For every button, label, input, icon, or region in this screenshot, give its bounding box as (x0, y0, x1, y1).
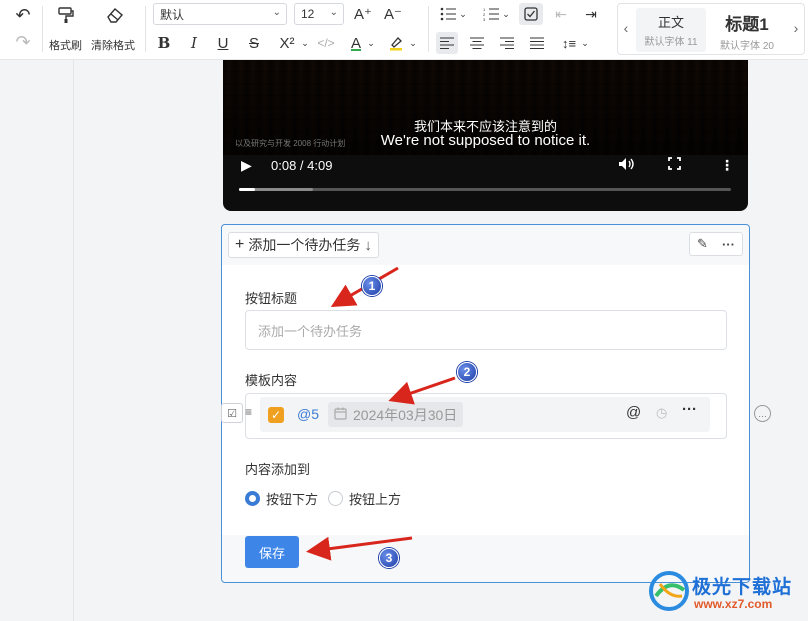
radio-above[interactable] (328, 491, 344, 506)
indent-icon[interactable]: ⇥ (581, 4, 601, 24)
at-mention-icon[interactable]: @ (626, 404, 641, 421)
more-icon[interactable]: ··· (682, 401, 697, 418)
due-date-text: 2024年03月30日 (353, 406, 458, 423)
font-size-select[interactable]: 12 ⌄ (294, 3, 344, 25)
redo-icon[interactable]: ↷ (12, 31, 34, 53)
chevron-down-icon: ⌄ (329, 7, 338, 18)
left-margin (0, 60, 74, 621)
style-sub: 默认字体 11 (644, 37, 698, 48)
radio-below[interactable] (245, 491, 260, 506)
font-color-button[interactable]: A (345, 32, 367, 54)
style-name: 正文 (657, 15, 684, 30)
code-icon[interactable]: </> (314, 32, 338, 54)
toolbar: ↶ ↷ 格式刷 清除格式 默认 ⌄ 12 ⌄ A⁺ A⁻ B I U S X² … (0, 0, 808, 60)
align-justify-icon[interactable] (526, 32, 548, 54)
todo-checkbox-icon[interactable] (519, 3, 543, 25)
chevron-down-icon[interactable]: ⌄ (580, 35, 590, 51)
site-name: 极光下载站 (692, 577, 793, 598)
video-time: 0:08 / 4:09 (271, 158, 333, 173)
radio-above-label[interactable]: 按钮上方 (349, 489, 401, 508)
chevron-left-icon[interactable]: ‹ (620, 18, 632, 38)
bullet-list-icon[interactable] (438, 4, 458, 24)
video-progress-bar[interactable] (239, 188, 731, 191)
chevron-down-icon[interactable]: ⌄ (366, 32, 376, 54)
increase-font-icon[interactable]: A⁺ (352, 3, 374, 25)
fullscreen-icon[interactable] (668, 157, 681, 173)
add-todo-button[interactable]: + 添加一个待办任务 ↓ (228, 232, 379, 258)
annotation-badge: 3 (379, 548, 399, 568)
chevron-down-icon[interactable]: ⌄ (408, 32, 418, 54)
todo-item[interactable]: ✓ @5 2024年03月30日 @ ◷ ··· (260, 397, 710, 432)
format-brush-label[interactable]: 格式刷 (49, 37, 82, 53)
more-vertical-icon[interactable]: ⋮ (720, 157, 734, 174)
align-right-icon[interactable] (496, 32, 518, 54)
volume-icon[interactable] (618, 157, 634, 174)
style-card-heading1[interactable]: 标题1 默认字体 20 (712, 8, 782, 52)
style-card-body[interactable]: 正文 默认字体 11 (636, 8, 706, 52)
style-name: 标题1 (725, 15, 769, 34)
add-todo-label: 添加一个待办任务 (248, 237, 361, 253)
clock-icon[interactable]: ◷ (656, 405, 667, 421)
clear-format-label[interactable]: 清除格式 (91, 37, 135, 53)
more-icon[interactable]: ··· (722, 237, 735, 252)
video-played-fill (239, 188, 255, 191)
svg-text:3: 3 (483, 17, 486, 21)
chevron-right-icon[interactable]: › (790, 18, 802, 38)
save-button[interactable]: 保存 (245, 536, 299, 568)
todo-block-header: + 添加一个待办任务 ↓ ✎ ··· (222, 225, 749, 265)
align-center-icon[interactable] (466, 32, 488, 54)
button-title-input[interactable]: 添加一个待办任务 (245, 310, 727, 350)
site-logo-icon (649, 571, 689, 611)
block-type-checkbox-icon[interactable]: ☑ (221, 403, 243, 423)
button-title-label: 按钮标题 (245, 291, 298, 306)
style-sub: 默认字体 20 (720, 41, 774, 52)
font-family-select[interactable]: 默认 ⌄ (153, 3, 287, 25)
edit-pencil-icon[interactable]: ✎ (697, 236, 708, 252)
add-position-radio-group: 按钮下方 按钮上方 (245, 489, 411, 508)
block-tools: ✎ ··· (689, 232, 743, 256)
chevron-down-icon[interactable]: ⌄ (300, 32, 310, 54)
format-brush-icon[interactable] (54, 4, 78, 26)
undo-icon[interactable]: ↶ (12, 4, 34, 26)
annotation-badge: 1 (362, 276, 382, 296)
bold-button[interactable]: B (153, 32, 175, 54)
arrow-down-icon: ↓ (364, 236, 372, 254)
chevron-down-icon: ⌄ (272, 7, 281, 18)
ordered-list-icon[interactable]: 123 (481, 4, 501, 24)
template-content-label: 模板内容 (245, 373, 298, 388)
style-panel: ‹ 正文 默认字体 11 标题1 默认字体 20 › (617, 3, 805, 55)
site-url: www.xz7.com (694, 597, 773, 611)
italic-button[interactable]: I (183, 32, 205, 54)
calendar-icon (334, 407, 347, 423)
strikethrough-button[interactable]: S (243, 32, 265, 54)
outdent-icon[interactable]: ⇤ (551, 4, 571, 24)
underline-button[interactable]: U (212, 32, 234, 54)
decrease-font-icon[interactable]: A⁻ (382, 3, 404, 25)
subtitle-english: We're not supposed to notice it. (380, 132, 591, 149)
highlight-icon[interactable] (385, 32, 407, 54)
mention-tag[interactable]: @5 (297, 406, 319, 422)
comment-icon[interactable]: … (754, 405, 771, 422)
add-to-label: 内容添加到 (245, 462, 311, 477)
play-icon[interactable]: ▶ (241, 157, 252, 174)
line-height-icon[interactable]: ↕≡ (558, 32, 580, 54)
radio-below-label[interactable]: 按钮下方 (266, 489, 318, 508)
due-date-chip[interactable]: 2024年03月30日 (328, 402, 464, 427)
font-family-value: 默认 (160, 7, 185, 22)
video-player[interactable]: 以及研究与开发 2008 行动计划 我们本来不应该注意到的 We're not … (223, 60, 748, 211)
chevron-down-icon[interactable]: ⌄ (458, 6, 468, 22)
plus-icon: + (235, 236, 245, 253)
align-left-icon[interactable] (436, 32, 458, 54)
eraser-icon[interactable] (103, 4, 127, 26)
font-size-value: 12 (301, 7, 315, 21)
annotation-badge: 2 (457, 362, 477, 382)
drag-handle-icon[interactable]: ≡ (245, 405, 252, 419)
checked-checkbox-icon[interactable]: ✓ (268, 407, 284, 423)
chevron-down-icon[interactable]: ⌄ (501, 6, 511, 22)
superscript-button[interactable]: X² (273, 32, 301, 54)
